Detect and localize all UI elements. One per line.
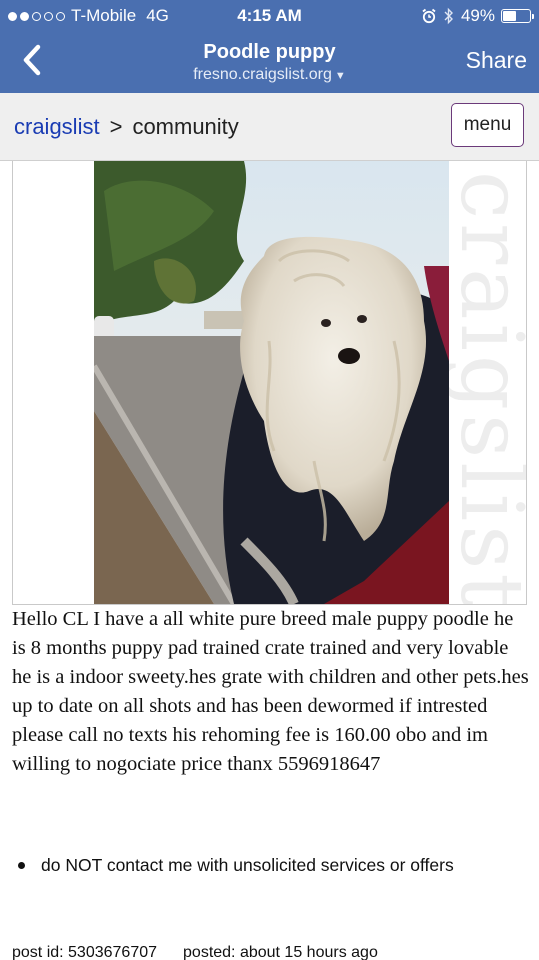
notice-list-item: do NOT contact me with unsolicited servi… [18,855,528,876]
poodle-photo[interactable] [94,161,449,604]
status-bar: T-Mobile 4G 4:15 AM 49% [0,0,539,30]
craigslist-watermark: craigslist [441,171,527,605]
post-id: post id: 5303676707 [12,944,158,960]
battery-percent: 49% [460,6,495,25]
breadcrumb-craigslist-link[interactable]: craigslist [14,114,100,139]
site-domain-label: fresno.craigslist.org [193,66,332,83]
site-domain[interactable]: fresno.craigslist.org ▼ [0,66,539,84]
breadcrumb-community[interactable]: community [132,114,238,139]
posted-time: posted: about 15 hours ago [183,944,378,960]
breadcrumb: craigslist > community [14,114,239,140]
alarm-icon [422,8,436,24]
top-navigation-bar: T-Mobile 4G 4:15 AM 49% Poodle puppy fre… [0,0,539,93]
page-title: Poodle puppy [203,41,336,63]
status-right: 49% [421,6,534,26]
posting-image-frame: craigslist [12,161,527,605]
battery-icon [501,9,534,23]
bullet-icon [18,862,25,869]
share-button[interactable]: Share [466,47,527,74]
breadcrumb-bar: craigslist > community menu [0,93,539,161]
navigation-bar: Poodle puppy fresno.craigslist.org ▼ Shar… [0,30,539,93]
menu-button[interactable]: menu [451,103,524,147]
posting-body: Hello CL I have a all white pure breed m… [12,608,529,775]
caret-down-icon: ▼ [334,70,346,82]
bluetooth-icon [444,7,453,25]
post-info: post id: 5303676707 posted: about 15 hou… [12,944,532,960]
notice-text: do NOT contact me with unsolicited servi… [41,855,454,875]
breadcrumb-separator: > [109,114,123,139]
